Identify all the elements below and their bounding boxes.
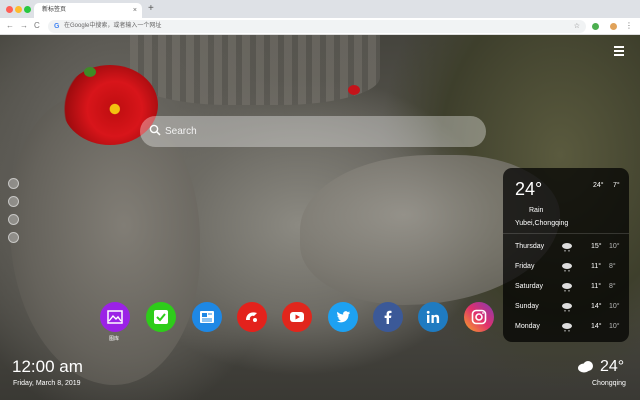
cloud-rain-icon (562, 243, 572, 252)
image-icon (107, 310, 123, 324)
clock-time: 12:00 am (12, 357, 83, 376)
background-small-flower (348, 85, 360, 95)
forecast-low: 10° (609, 323, 620, 330)
cloud-rain-icon (562, 283, 572, 292)
forecast-low: 8° (609, 263, 616, 270)
side-nav-dot-3[interactable] (8, 214, 19, 225)
maximize-window-button[interactable] (24, 6, 31, 13)
weather-temp: 24° (515, 179, 543, 199)
search-input[interactable] (165, 121, 465, 142)
shortcut-instagram[interactable] (464, 302, 494, 332)
back-icon[interactable]: ← (6, 20, 14, 32)
background-crown (130, 35, 380, 105)
cloud-rain-icon (562, 323, 572, 332)
forecast-row: Sunday 14° 10° (503, 298, 629, 318)
forecast-high: 11° (591, 283, 602, 290)
cloud-icon (578, 361, 593, 373)
forecast-day: Monday (515, 323, 540, 330)
shortcut-gallery[interactable] (100, 302, 130, 332)
shortcut-news[interactable] (192, 302, 222, 332)
reload-icon[interactable]: C (34, 20, 40, 32)
search-icon (149, 124, 161, 136)
address-bar[interactable]: G 在Google中搜索，或者输入一个网址 ☆ (48, 20, 586, 33)
weather-location: Yubei,Chongqing (515, 220, 569, 227)
shortcut-facebook[interactable] (373, 302, 403, 332)
shortcut-linkedin[interactable] (418, 302, 448, 332)
instagram-icon (471, 309, 487, 325)
weather-panel[interactable]: 24° 24° 7° Rain Yubei,Chongqing Thursday… (503, 168, 629, 342)
cloud-rain-icon (562, 263, 572, 272)
side-nav-dot-2[interactable] (8, 196, 19, 207)
forecast-high: 11° (591, 263, 602, 270)
forecast-row: Thursday 15° 10° (503, 238, 629, 258)
weather-divider (503, 233, 629, 234)
forecast-low: 10° (609, 303, 620, 310)
profile-avatar[interactable] (610, 23, 617, 30)
forecast-row: Saturday 11° 8° (503, 278, 629, 298)
forecast-day: Sunday (515, 303, 539, 310)
bookmark-star-icon[interactable]: ☆ (574, 21, 580, 32)
tab-title: 新标签页 (42, 7, 67, 13)
tab-strip: 新标签页 × + (0, 0, 640, 18)
background-leaf (84, 67, 96, 77)
google-icon: G (54, 23, 60, 30)
shortcut-youtube[interactable] (282, 302, 312, 332)
forecast-row: Friday 11° 8° (503, 258, 629, 278)
weather-condition: Rain (529, 207, 544, 214)
check-icon (154, 310, 168, 324)
forecast-high: 14° (591, 323, 602, 330)
forecast-high: 14° (591, 303, 602, 310)
browser-toolbar: ← → C G 在Google中搜索，或者输入一个网址 ☆ ⋮ (0, 18, 640, 35)
hamburger-icon[interactable] (612, 45, 626, 57)
shortcut-twitter[interactable] (328, 302, 358, 332)
new-tab-button[interactable]: + (148, 3, 154, 15)
forecast-day: Friday (515, 263, 535, 270)
shortcut-label-gallery: 图库 (109, 336, 120, 342)
linkedin-icon (426, 310, 440, 323)
forecast-day: Thursday (515, 243, 545, 250)
shortcut-tasks[interactable] (146, 302, 176, 332)
youtube-icon (290, 312, 304, 322)
shortcut-game[interactable] (237, 302, 267, 332)
twitter-icon (336, 311, 350, 323)
facebook-icon (384, 310, 392, 324)
extension-icon[interactable] (592, 23, 599, 30)
forecast-low: 8° (609, 283, 616, 290)
current-temp[interactable]: 24° (600, 358, 624, 376)
forward-icon[interactable]: → (20, 20, 28, 32)
close-window-button[interactable] (6, 6, 13, 13)
clock-date: Friday, March 8, 2019 (13, 380, 81, 387)
side-nav-dot-1[interactable] (8, 178, 19, 189)
tab-close-icon[interactable]: × (133, 5, 137, 16)
weather-high: 24° (593, 182, 604, 189)
cloud-rain-icon (562, 303, 572, 312)
forecast-low: 10° (609, 243, 620, 250)
forecast-row: Monday 14° 10° (503, 318, 629, 338)
current-city: Chongqing (592, 380, 626, 387)
browser-menu-icon[interactable]: ⋮ (625, 20, 633, 32)
minimize-window-button[interactable] (15, 6, 22, 13)
weather-low: 7° (613, 182, 620, 189)
forecast-day: Saturday (515, 283, 544, 290)
tab-new-tab[interactable]: 新标签页 × (34, 3, 142, 18)
forecast-high: 15° (591, 243, 602, 250)
news-icon (200, 311, 214, 323)
address-bar-placeholder: 在Google中搜索，或者输入一个网址 (64, 23, 162, 29)
search-bar[interactable] (140, 116, 486, 147)
side-nav-dot-4[interactable] (8, 232, 19, 243)
game-icon (246, 312, 257, 322)
